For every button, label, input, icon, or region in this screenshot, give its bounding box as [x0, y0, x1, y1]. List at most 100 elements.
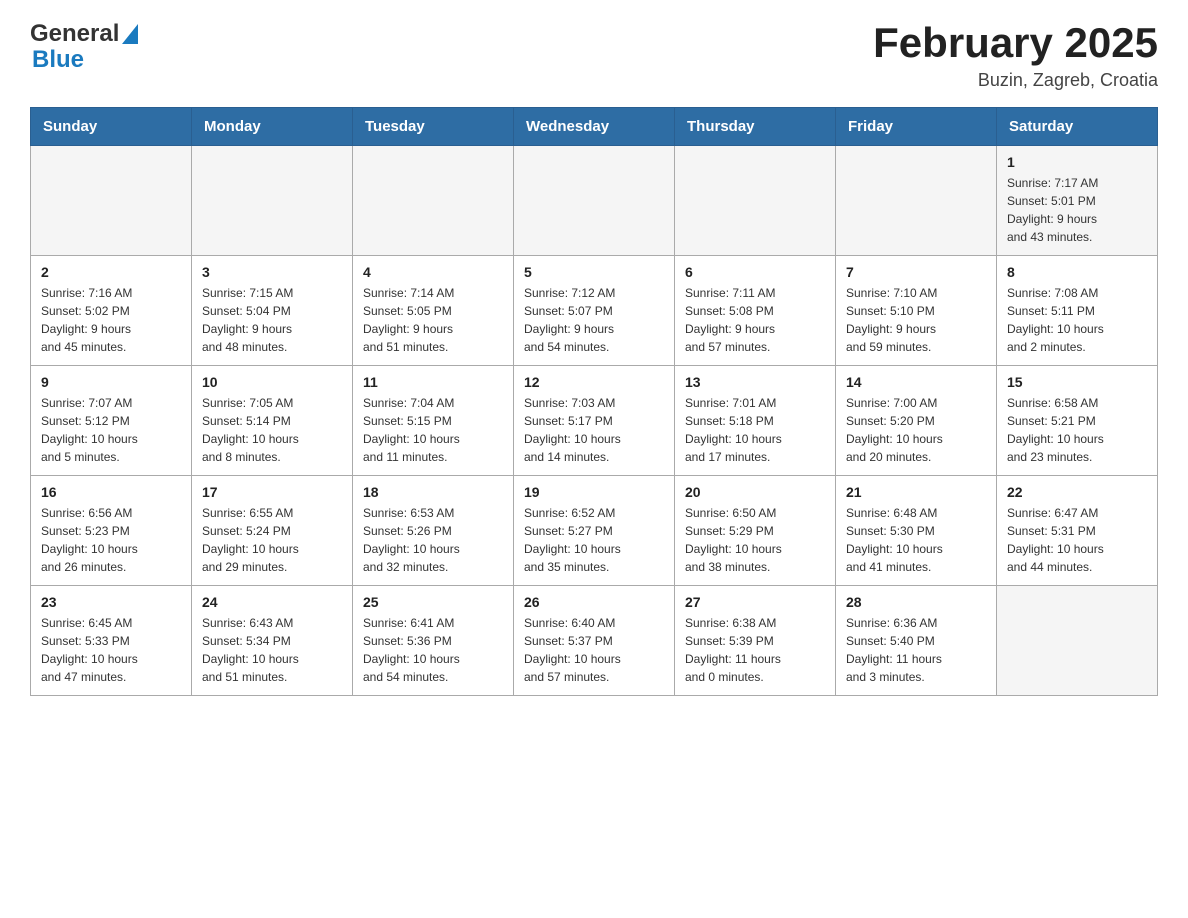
calendar-cell: [675, 146, 836, 256]
calendar-header: SundayMondayTuesdayWednesdayThursdayFrid…: [31, 108, 1158, 146]
day-info: Sunrise: 7:03 AMSunset: 5:17 PMDaylight:…: [524, 394, 664, 466]
day-number: 21: [846, 484, 986, 500]
day-info: Sunrise: 6:43 AMSunset: 5:34 PMDaylight:…: [202, 614, 342, 686]
calendar-cell: [514, 146, 675, 256]
calendar-cell: [192, 146, 353, 256]
calendar-cell: 4Sunrise: 7:14 AMSunset: 5:05 PMDaylight…: [353, 256, 514, 366]
day-number: 17: [202, 484, 342, 500]
header-day-thursday: Thursday: [675, 108, 836, 146]
logo-general-text: General: [30, 20, 119, 48]
page-header: General Blue February 2025 Buzin, Zagreb…: [30, 20, 1158, 91]
calendar-cell: 9Sunrise: 7:07 AMSunset: 5:12 PMDaylight…: [31, 366, 192, 476]
day-info: Sunrise: 6:36 AMSunset: 5:40 PMDaylight:…: [846, 614, 986, 686]
day-number: 12: [524, 374, 664, 390]
day-info: Sunrise: 6:50 AMSunset: 5:29 PMDaylight:…: [685, 504, 825, 576]
day-info: Sunrise: 7:10 AMSunset: 5:10 PMDaylight:…: [846, 284, 986, 356]
day-number: 25: [363, 594, 503, 610]
day-number: 7: [846, 264, 986, 280]
day-info: Sunrise: 7:12 AMSunset: 5:07 PMDaylight:…: [524, 284, 664, 356]
calendar-cell: 14 Sunrise: 7:00 AMSunset: 5:20 PMDayligh…: [836, 366, 997, 476]
day-info: Sunrise: 7:17 AMSunset: 5:01 PMDaylight:…: [1007, 174, 1147, 246]
calendar-cell: 10 Sunrise: 7:05 AMSunset: 5:14 PMDayligh…: [192, 366, 353, 476]
logo-arrow-icon: [122, 24, 138, 44]
page-title: February 2025: [873, 20, 1158, 66]
calendar-cell: 16 Sunrise: 6:56 AMSunset: 5:23 PMDayligh…: [31, 476, 192, 586]
calendar-cell: [31, 146, 192, 256]
calendar-cell: 18 Sunrise: 6:53 AMSunset: 5:26 PMDayligh…: [353, 476, 514, 586]
week-row-4: 23Sunrise: 6:45 AMSunset: 5:33 PMDayligh…: [31, 586, 1158, 696]
day-info: Sunrise: 7:00 AMSunset: 5:20 PMDaylight:…: [846, 394, 986, 466]
day-info: Sunrise: 7:16 AMSunset: 5:02 PMDaylight:…: [41, 284, 181, 356]
calendar-cell: 8Sunrise: 7:08 AMSunset: 5:11 PMDaylight…: [997, 256, 1158, 366]
calendar-cell: 2 Sunrise: 7:16 AMSunset: 5:02 PMDaylight…: [31, 256, 192, 366]
calendar-cell: 13Sunrise: 7:01 AMSunset: 5:18 PMDayligh…: [675, 366, 836, 476]
day-number: 10: [202, 374, 342, 390]
day-number: 27: [685, 594, 825, 610]
calendar-cell: 3 Sunrise: 7:15 AMSunset: 5:04 PMDaylight…: [192, 256, 353, 366]
day-info: Sunrise: 6:55 AMSunset: 5:24 PMDaylight:…: [202, 504, 342, 576]
day-number: 8: [1007, 264, 1147, 280]
day-number: 20: [685, 484, 825, 500]
title-block: February 2025 Buzin, Zagreb, Croatia: [873, 20, 1158, 91]
logo-blue-text: Blue: [32, 46, 84, 74]
calendar-cell: 25 Sunrise: 6:41 AMSunset: 5:36 PMDayligh…: [353, 586, 514, 696]
day-info: Sunrise: 6:38 AMSunset: 5:39 PMDaylight:…: [685, 614, 825, 686]
calendar-cell: 19 Sunrise: 6:52 AMSunset: 5:27 PMDayligh…: [514, 476, 675, 586]
day-info: Sunrise: 7:15 AMSunset: 5:04 PMDaylight:…: [202, 284, 342, 356]
day-number: 13: [685, 374, 825, 390]
day-info: Sunrise: 7:07 AMSunset: 5:12 PMDaylight:…: [41, 394, 181, 466]
calendar-cell: 23Sunrise: 6:45 AMSunset: 5:33 PMDayligh…: [31, 586, 192, 696]
day-number: 28: [846, 594, 986, 610]
day-number: 22: [1007, 484, 1147, 500]
day-info: Sunrise: 6:45 AMSunset: 5:33 PMDaylight:…: [41, 614, 181, 686]
day-info: Sunrise: 6:52 AMSunset: 5:27 PMDaylight:…: [524, 504, 664, 576]
day-number: 1: [1007, 154, 1147, 170]
calendar-cell: 20 Sunrise: 6:50 AMSunset: 5:29 PMDayligh…: [675, 476, 836, 586]
calendar-cell: 17 Sunrise: 6:55 AMSunset: 5:24 PMDayligh…: [192, 476, 353, 586]
calendar-cell: 27 Sunrise: 6:38 AMSunset: 5:39 PMDayligh…: [675, 586, 836, 696]
day-number: 19: [524, 484, 664, 500]
calendar-cell: 5 Sunrise: 7:12 AMSunset: 5:07 PMDaylight…: [514, 256, 675, 366]
header-day-wednesday: Wednesday: [514, 108, 675, 146]
day-number: 11: [363, 374, 503, 390]
day-info: Sunrise: 6:56 AMSunset: 5:23 PMDaylight:…: [41, 504, 181, 576]
header-day-monday: Monday: [192, 108, 353, 146]
calendar-cell: 28 Sunrise: 6:36 AMSunset: 5:40 PMDayligh…: [836, 586, 997, 696]
header-day-tuesday: Tuesday: [353, 108, 514, 146]
week-row-0: 1 Sunrise: 7:17 AMSunset: 5:01 PMDaylight…: [31, 146, 1158, 256]
header-day-sunday: Sunday: [31, 108, 192, 146]
calendar-body: 1 Sunrise: 7:17 AMSunset: 5:01 PMDaylight…: [31, 146, 1158, 696]
header-day-friday: Friday: [836, 108, 997, 146]
week-row-2: 9Sunrise: 7:07 AMSunset: 5:12 PMDaylight…: [31, 366, 1158, 476]
calendar-cell: [836, 146, 997, 256]
day-number: 2: [41, 264, 181, 280]
day-number: 14: [846, 374, 986, 390]
header-row: SundayMondayTuesdayWednesdayThursdayFrid…: [31, 108, 1158, 146]
day-number: 24: [202, 594, 342, 610]
day-number: 15: [1007, 374, 1147, 390]
day-number: 18: [363, 484, 503, 500]
calendar-cell: 26Sunrise: 6:40 AMSunset: 5:37 PMDayligh…: [514, 586, 675, 696]
calendar-cell: 24 Sunrise: 6:43 AMSunset: 5:34 PMDayligh…: [192, 586, 353, 696]
day-info: Sunrise: 6:41 AMSunset: 5:36 PMDaylight:…: [363, 614, 503, 686]
calendar-cell: 15Sunrise: 6:58 AMSunset: 5:21 PMDayligh…: [997, 366, 1158, 476]
page-subtitle: Buzin, Zagreb, Croatia: [873, 70, 1158, 91]
calendar-cell: 11 Sunrise: 7:04 AMSunset: 5:15 PMDayligh…: [353, 366, 514, 476]
calendar-cell: 1 Sunrise: 7:17 AMSunset: 5:01 PMDaylight…: [997, 146, 1158, 256]
day-number: 5: [524, 264, 664, 280]
day-number: 6: [685, 264, 825, 280]
week-row-1: 2 Sunrise: 7:16 AMSunset: 5:02 PMDaylight…: [31, 256, 1158, 366]
day-number: 16: [41, 484, 181, 500]
day-info: Sunrise: 7:11 AMSunset: 5:08 PMDaylight:…: [685, 284, 825, 356]
day-info: Sunrise: 7:05 AMSunset: 5:14 PMDaylight:…: [202, 394, 342, 466]
day-info: Sunrise: 6:53 AMSunset: 5:26 PMDaylight:…: [363, 504, 503, 576]
calendar-cell: 6 Sunrise: 7:11 AMSunset: 5:08 PMDaylight…: [675, 256, 836, 366]
week-row-3: 16 Sunrise: 6:56 AMSunset: 5:23 PMDayligh…: [31, 476, 1158, 586]
day-info: Sunrise: 6:40 AMSunset: 5:37 PMDaylight:…: [524, 614, 664, 686]
day-number: 4: [363, 264, 503, 280]
calendar-cell: [997, 586, 1158, 696]
day-number: 3: [202, 264, 342, 280]
calendar-cell: [353, 146, 514, 256]
day-info: Sunrise: 7:04 AMSunset: 5:15 PMDaylight:…: [363, 394, 503, 466]
day-info: Sunrise: 6:48 AMSunset: 5:30 PMDaylight:…: [846, 504, 986, 576]
